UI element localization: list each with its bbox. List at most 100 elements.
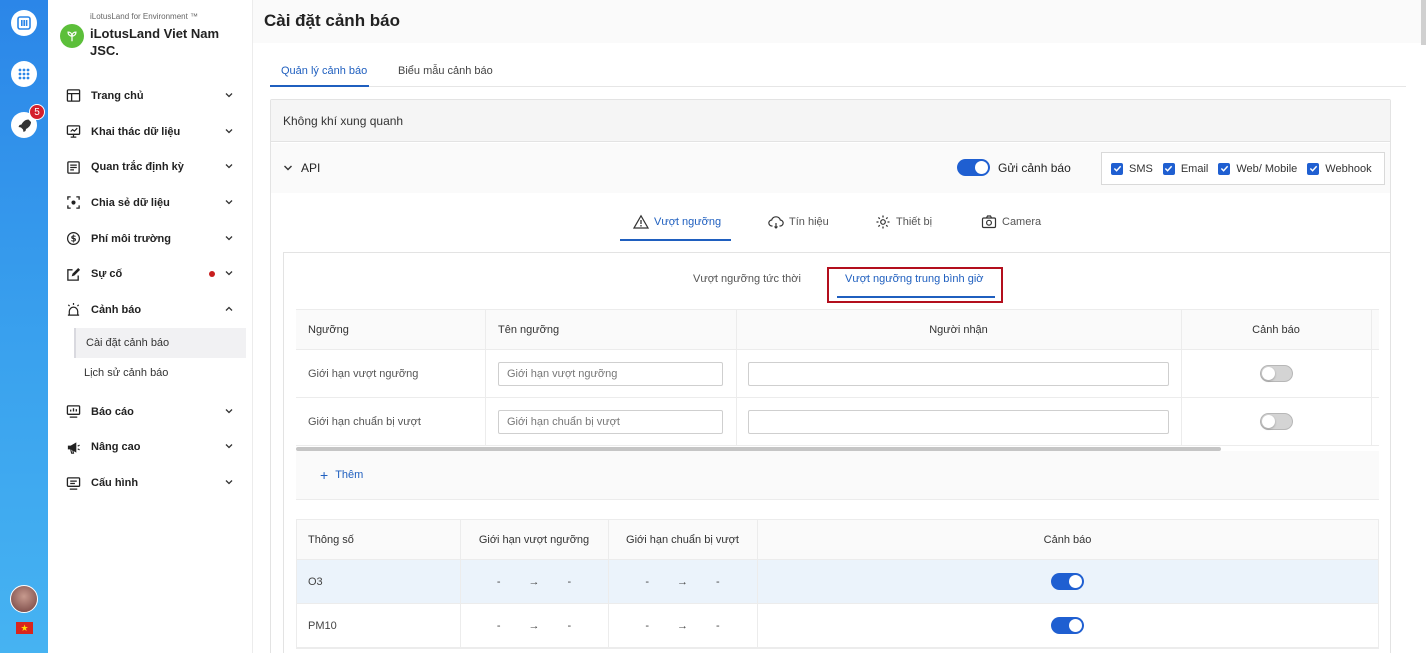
- table-row[interactable]: O3 - → - - → -: [297, 560, 1378, 604]
- api-collapse-toggle[interactable]: API: [283, 161, 320, 175]
- tab-vuot-nguong[interactable]: Vượt ngưỡng: [633, 214, 721, 230]
- sidebar-item-trang-chu[interactable]: Trang chủ: [48, 78, 253, 114]
- threshold-name-input[interactable]: Giới hạn vượt ngưỡng: [498, 361, 723, 386]
- sidebar: iLotusLand for Environment ™ iLotusLand …: [48, 0, 253, 653]
- checkbox-webhook[interactable]: Webhook: [1307, 162, 1372, 175]
- active-tab-indicator: [270, 85, 369, 87]
- sidebar-subitem-lich-su-canh-bao[interactable]: Lịch sử cảnh báo: [74, 358, 246, 388]
- send-alert-control: Gửi cảnh báo: [957, 159, 1071, 176]
- threshold-settings: Vượt ngưỡng tức thời Vượt ngưỡng trung b…: [283, 252, 1391, 653]
- tab-label: Thiết bị: [896, 216, 933, 228]
- vietnam-flag-icon[interactable]: ★: [16, 622, 33, 634]
- tab-label: Vượt ngưỡng: [654, 216, 722, 228]
- chevron-down-icon: [225, 480, 233, 485]
- prepare-range: - → -: [645, 575, 720, 588]
- add-threshold-button[interactable]: + Thêm: [320, 468, 363, 482]
- table-row: Giới hạn chuẩn bị vượt Giới hạn chuẩn bị…: [296, 398, 1379, 446]
- param-name: PM10: [308, 619, 337, 632]
- chevron-down-icon: [225, 199, 233, 205]
- report-icon: [67, 160, 80, 174]
- checkbox-label: Webhook: [1325, 162, 1372, 175]
- sidebar-item-phi-moi-truong[interactable]: $ Phí môi trường: [48, 221, 253, 257]
- active-mode-indicator: [837, 296, 995, 298]
- sidebar-item-khai-thac-du-lieu[interactable]: Khai thác dữ liệu: [48, 114, 253, 150]
- app-logo-icon[interactable]: [11, 10, 37, 36]
- checkbox-email[interactable]: Email: [1162, 162, 1209, 175]
- tab-tin-hieu[interactable]: Tín hiệu: [768, 214, 829, 230]
- tab-camera[interactable]: Camera: [981, 214, 1041, 230]
- tab-label: Camera: [1002, 216, 1042, 228]
- recipient-input[interactable]: [748, 409, 1169, 434]
- monitor-icon: [66, 125, 81, 138]
- prepare-range: - → -: [645, 619, 720, 632]
- tab-quan-ly-canh-bao[interactable]: Quản lý cảnh báo: [281, 65, 367, 77]
- checkbox-label: Email: [1180, 162, 1209, 175]
- column-header: Giới hạn chuẩn bị vượt: [626, 533, 739, 546]
- brand-name: iLotusLand Viet Nam JSC.: [90, 26, 220, 58]
- alert-toggle[interactable]: [1051, 617, 1084, 634]
- cloud-signal-icon: [768, 216, 784, 229]
- sidebar-item-label: Khai thác dữ liệu: [91, 125, 181, 138]
- checkmark-icon: [1162, 162, 1175, 175]
- chevron-down-icon: [225, 164, 233, 169]
- sidebar-subitem-cai-dat-canh-bao[interactable]: Cài đặt cảnh báo: [74, 327, 246, 358]
- active-subtab-indicator: [620, 239, 731, 241]
- sidebar-subitem-label: Cài đặt cảnh báo: [86, 336, 170, 349]
- send-alert-label: Gửi cảnh báo: [998, 160, 1071, 175]
- column-header: Giới hạn vượt ngưỡng: [478, 533, 590, 546]
- threshold-table: Ngưỡng Tên ngưỡng Người nhận Cảnh báo Gi…: [296, 309, 1379, 446]
- warning-icon: [633, 214, 649, 229]
- sidebar-item-nang-cao[interactable]: Nâng cao: [48, 430, 253, 466]
- chevron-down-icon: [225, 408, 233, 414]
- sidebar-menu: Trang chủ Khai thác dữ liệu Quan trắc đị…: [48, 78, 253, 501]
- api-row: API Gửi cảnh báo SMS Email Web/ Mobile W…: [271, 143, 1390, 193]
- page-header: Cài đặt cảnh báo: [253, 0, 1426, 43]
- table-header: Ngưỡng Tên ngưỡng Người nhận Cảnh báo: [296, 309, 1379, 350]
- table-header: Thông số Giới hạn vượt ngưỡng Giới hạn c…: [297, 520, 1378, 560]
- apps-grid-icon[interactable]: [11, 61, 37, 87]
- page-tabs: Quản lý cảnh báo Biểu mẫu cảnh báo: [270, 58, 1406, 87]
- param-name: O3: [308, 575, 323, 588]
- avatar[interactable]: [10, 585, 38, 613]
- column-header: Thông số: [308, 533, 354, 546]
- table-row[interactable]: PM10 - → - - → -: [297, 604, 1378, 648]
- threshold-name: Giới hạn vượt ngưỡng: [308, 367, 419, 380]
- brand-tagline: iLotusLand for Environment ™: [90, 12, 199, 21]
- alert-toggle[interactable]: [1051, 573, 1084, 590]
- sidebar-item-label: Sự cố: [91, 268, 123, 281]
- sidebar-item-label: Trang chủ: [91, 89, 144, 102]
- arrow-right-icon: →: [528, 575, 540, 588]
- alert-type-tabs: Vượt ngưỡng Tín hiệu Thiết bị Camera: [271, 205, 1390, 243]
- column-header: Tên ngưỡng: [498, 323, 560, 336]
- alert-toggle[interactable]: [1260, 365, 1293, 382]
- dollar-icon: $: [66, 232, 81, 246]
- chevron-down-icon: [225, 271, 233, 276]
- arrow-right-icon: →: [677, 619, 688, 632]
- chart-icon: [66, 405, 81, 418]
- alert-toggle[interactable]: [1260, 413, 1293, 430]
- sidebar-item-quan-trac-dinh-ky[interactable]: Quan trắc định kỳ: [48, 149, 253, 185]
- threshold-name-input[interactable]: Giới hạn chuẩn bị vượt: [498, 409, 723, 434]
- main-content: Cài đặt cảnh báo Quản lý cảnh báo Biểu m…: [253, 0, 1426, 653]
- sidebar-item-cau-hinh[interactable]: Cấu hình: [48, 465, 253, 501]
- mode-instant[interactable]: Vượt ngưỡng tức thời: [693, 273, 801, 285]
- sidebar-item-su-co[interactable]: Sự cố: [48, 256, 253, 292]
- leaf-logo-icon: [60, 24, 84, 48]
- exceed-range: - → -: [496, 575, 572, 588]
- recipient-input[interactable]: [748, 361, 1169, 386]
- send-alert-toggle[interactable]: [957, 159, 990, 176]
- parameter-table: Thông số Giới hạn vượt ngưỡng Giới hạn c…: [296, 519, 1379, 649]
- sidebar-subitem-label: Lịch sử cảnh báo: [84, 366, 169, 379]
- tab-thiet-bi[interactable]: Thiết bị: [875, 214, 932, 230]
- sidebar-item-chia-se-du-lieu[interactable]: Chia sẻ dữ liệu: [48, 185, 253, 221]
- checkbox-web-mobile[interactable]: Web/ Mobile: [1218, 162, 1297, 175]
- megaphone-icon: [67, 442, 80, 454]
- column-header: Cảnh báo: [1043, 533, 1092, 546]
- page-scrollbar[interactable]: [1421, 0, 1426, 45]
- checkbox-sms[interactable]: SMS: [1111, 162, 1153, 175]
- sidebar-item-canh-bao[interactable]: Cảnh báo: [48, 292, 253, 328]
- tab-bieu-mau-canh-bao[interactable]: Biểu mẫu cảnh báo: [398, 65, 493, 77]
- device-gear-icon: [876, 215, 890, 229]
- sidebar-item-bao-cao[interactable]: Báo cáo: [48, 394, 253, 430]
- svg-text:$: $: [71, 234, 77, 244]
